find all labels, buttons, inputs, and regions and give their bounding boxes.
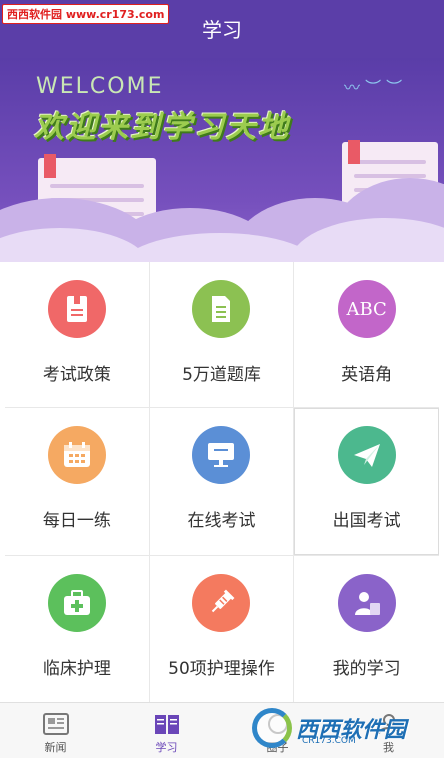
banner-welcome-text: WELCOME [36, 74, 164, 99]
grid-item-english-corner[interactable]: ABC 英语角 [294, 262, 439, 408]
abc-icon: ABC [337, 280, 396, 338]
tab-label: 新闻 [44, 741, 67, 754]
grid-item-label: 英语角 [341, 365, 393, 385]
file-icon [192, 280, 251, 338]
grid-item-daily-practice[interactable]: 每日一练 [5, 408, 150, 556]
abc-icon-text: ABC [346, 298, 387, 320]
calendar-icon [47, 426, 106, 484]
grid-item-label: 在线考试 [187, 511, 256, 531]
news-icon [42, 713, 69, 735]
grid-item-overseas-exam[interactable]: 出国考试 [294, 408, 439, 556]
grid-item-question-bank[interactable]: 5万道题库 [149, 262, 295, 408]
document-icon [47, 280, 106, 338]
syringe-icon [192, 574, 251, 632]
feature-grid: 考试政策 5万道题库 ABC 英语角 每日一练 在线考试 出国考试 临床护理 5… [5, 262, 439, 702]
user-book-icon [337, 574, 396, 632]
grid-item-label: 临床护理 [42, 659, 111, 679]
birds-decoration: 〰 ︶ ︶ [344, 78, 403, 97]
monitor-icon [192, 426, 251, 484]
page-title: 学习 [202, 18, 242, 42]
grid-item-label: 5万道题库 [182, 365, 261, 385]
logo-watermark-sub: CR173.COM [302, 736, 356, 746]
grid-item-online-exam[interactable]: 在线考试 [149, 408, 295, 556]
grid-item-exam-policy[interactable]: 考试政策 [5, 262, 150, 408]
grid-item-nursing-operations[interactable]: 50项护理操作 [150, 556, 295, 702]
app-header: 西西软件园 www.cr173.com 学习 [0, 0, 444, 58]
tab-news[interactable]: 新闻 [0, 703, 111, 758]
grid-item-clinical-nursing[interactable]: 临床护理 [5, 556, 150, 702]
banner-title: 欢迎来到学习天地 [34, 110, 290, 145]
welcome-banner: WELCOME 欢迎来到学习天地 〰 ︶ ︶ [0, 58, 444, 262]
grid-item-label: 出国考试 [332, 511, 401, 531]
grid-item-label: 每日一练 [42, 511, 111, 531]
tab-label: 学习 [155, 741, 178, 754]
grid-item-label: 考试政策 [42, 365, 111, 385]
grid-item-label: 50项护理操作 [168, 659, 275, 679]
grid-item-my-study[interactable]: 我的学习 [294, 556, 439, 702]
book-icon [154, 715, 179, 734]
site-logo-watermark: 西西软件园 CR173.COM [252, 704, 442, 752]
tab-study[interactable]: 学习 [111, 703, 222, 758]
grid-item-label: 我的学习 [332, 659, 401, 679]
logo-ring-icon [252, 708, 292, 748]
paper-plane-icon [337, 426, 396, 484]
medical-kit-icon [47, 574, 106, 632]
